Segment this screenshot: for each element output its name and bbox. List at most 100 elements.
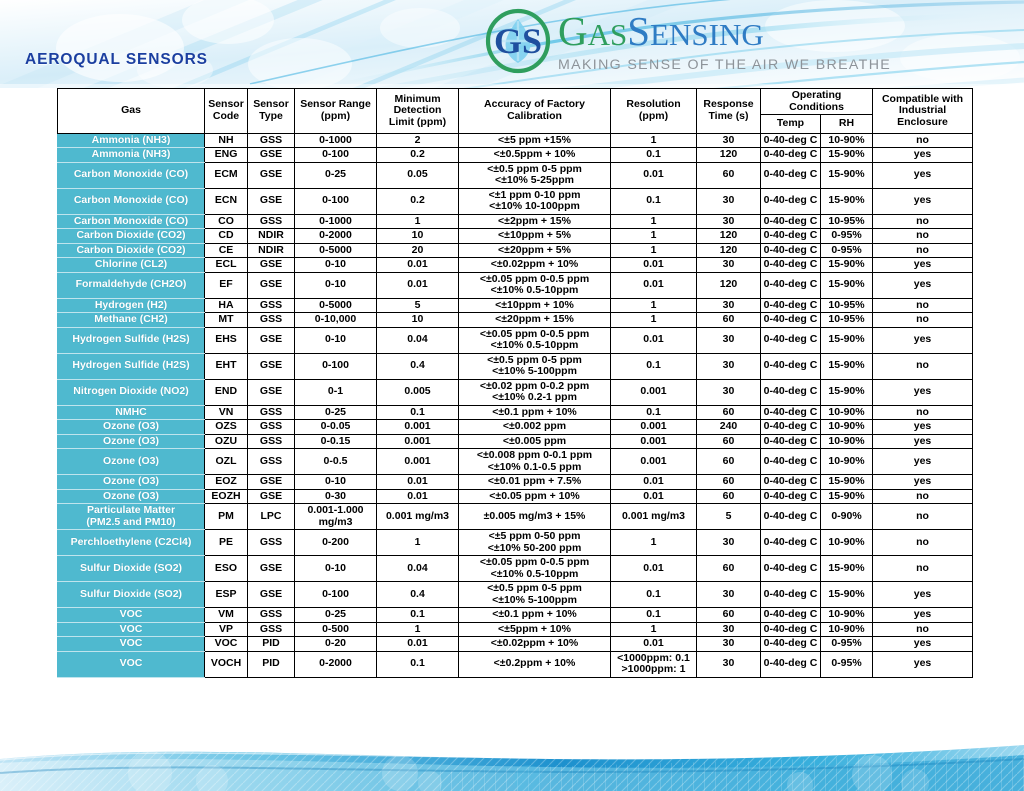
col-header-sensor-range: Sensor Range (ppm)	[294, 88, 377, 134]
cell-sensor-type: GSE	[247, 488, 295, 504]
cell-resolution: 0.01	[610, 326, 697, 354]
sensor-spec-table: Gas Sensor Code Sensor Type Sensor Range…	[57, 88, 974, 678]
cell-sensor-range: 0-100	[294, 187, 377, 215]
cell-resolution: 0.01	[610, 636, 697, 652]
sensor-range-line1: Sensor Range	[300, 98, 371, 111]
cell-accuracy: <±1 ppm 0-10 ppm <±10% 10-100ppm	[458, 187, 611, 215]
cell-operating-temp: 0-40-deg C	[760, 404, 821, 420]
cell-min-detection-limit: 5	[376, 297, 459, 313]
cell-gas: Ozone (O3)	[57, 433, 205, 449]
brand-logo: GS GASSENSING MAKING SENSE OF THE AIR WE…	[484, 5, 890, 77]
cell-sensor-code: EHS	[204, 326, 248, 354]
logo-word-g: G	[558, 8, 588, 54]
cell-min-detection-limit: 0.01	[376, 636, 459, 652]
cell-operating-rh: 10-90%	[819, 529, 874, 556]
cell-min-detection-limit: 0.001	[376, 433, 459, 449]
cell-gas: Carbon Monoxide (CO)	[57, 187, 205, 215]
cell-resolution: 1	[610, 213, 697, 229]
cell-resolution: 0.01	[610, 555, 697, 582]
cell-sensor-range: 0-25	[294, 607, 377, 623]
cell-accuracy: <±0.01 ppm + 7.5%	[458, 474, 611, 490]
cell-industrial-enclosure-compatible: yes	[872, 607, 974, 623]
cell-accuracy: ±0.005 mg/m3 + 15%	[458, 503, 611, 530]
cell-response-time: 120	[696, 242, 761, 258]
cell-industrial-enclosure-compatible: no	[872, 242, 974, 258]
cell-response-time: 60	[696, 312, 761, 328]
resolution-line1: Resolution	[626, 98, 681, 111]
cell-response-time: 30	[696, 132, 761, 148]
cell-sensor-type: LPC	[247, 503, 295, 530]
cell-gas: Methane (CH2)	[57, 312, 205, 328]
cell-response-time: 30	[696, 650, 761, 678]
cell-response-time: 120	[696, 271, 761, 299]
min-det-line2: Detection	[393, 104, 442, 116]
cell-resolution: 0.1	[610, 147, 697, 163]
compat-line1: Compatible with	[881, 92, 964, 105]
cell-min-detection-limit: 0.04	[376, 326, 459, 354]
cell-response-time: 60	[696, 161, 761, 189]
table-body: Ammonia (NH3) NH GSS 0-1000 2 <±5 ppm +15% 1 30…	[57, 132, 974, 678]
cell-sensor-code: ECN	[204, 187, 248, 215]
table-row: Chlorine (CL2) ECL GSE 0-10 0.01 <±0.02ppm + …	[57, 257, 974, 273]
cell-sensor-range: 0-20	[294, 636, 377, 652]
table-row: VOC VOCH PID 0-2000 0.1 <±0.2ppm + 10% <1000pp…	[57, 650, 974, 678]
cell-sensor-type: GSS	[247, 607, 295, 623]
cell-gas: VOC	[57, 650, 205, 678]
cell-sensor-code: VP	[204, 621, 248, 637]
cell-sensor-code: CO	[204, 213, 248, 229]
table-row: Carbon Monoxide (CO) ECN GSE 0-100 0.2 <±1 pp…	[57, 187, 974, 215]
cell-sensor-range: 0-200	[294, 529, 377, 556]
table-header: Gas Sensor Code Sensor Type Sensor Range…	[57, 88, 974, 134]
sensor-code-line2: Code	[212, 109, 240, 122]
cell-min-detection-limit: 10	[376, 228, 459, 244]
cell-min-detection-limit: 0.4	[376, 352, 459, 380]
cell-min-detection-limit: 0.005	[376, 378, 459, 406]
cell-gas: Carbon Monoxide (CO)	[57, 213, 205, 229]
cell-gas: Ozone (O3)	[57, 474, 205, 490]
col-header-sensor-type: Sensor Type	[247, 88, 295, 134]
cell-sensor-range: 0-10	[294, 326, 377, 354]
cell-sensor-type: NDIR	[247, 242, 295, 258]
cell-sensor-code: VM	[204, 607, 248, 623]
cell-response-time: 120	[696, 228, 761, 244]
cell-accuracy: <±0.008 ppm 0-0.1 ppm <±10% 0.1-0.5 ppm	[458, 448, 611, 475]
cell-response-time: 30	[696, 257, 761, 273]
cell-industrial-enclosure-compatible: no	[872, 555, 974, 582]
cell-accuracy: <±0.02ppm + 10%	[458, 636, 611, 652]
cell-industrial-enclosure-compatible: yes	[872, 433, 974, 449]
cell-operating-temp: 0-40-deg C	[760, 297, 821, 313]
cell-sensor-type: GSE	[247, 555, 295, 582]
cell-gas: Hydrogen Sulfide (H2S)	[57, 352, 205, 380]
cell-accuracy: <±0.5 ppm 0-5 ppm <±10% 5-25ppm	[458, 161, 611, 189]
cell-resolution: <1000ppm: 0.1 >1000ppm: 1	[610, 650, 697, 678]
cell-operating-temp: 0-40-deg C	[760, 474, 821, 490]
cell-gas: Sulfur Dioxide (SO2)	[57, 581, 205, 608]
sensor-type-line1: Sensor	[253, 98, 289, 111]
cell-sensor-range: 0-100	[294, 352, 377, 380]
cell-sensor-type: GSE	[247, 352, 295, 380]
table-row: Perchloethylene (C2Cl4) PE GSS 0-200 1 <±5 pp…	[57, 529, 974, 556]
cell-sensor-type: GSS	[247, 132, 295, 148]
cell-operating-rh: 15-90%	[819, 488, 874, 504]
sensor-code-line1: Sensor	[208, 98, 244, 111]
cell-industrial-enclosure-compatible: yes	[872, 474, 974, 490]
cell-sensor-type: GSE	[247, 326, 295, 354]
cell-operating-rh: 0-95%	[819, 228, 874, 244]
cell-resolution: 0.1	[610, 607, 697, 623]
col-header-compatible-enclosure: Compatible with Industrial Enclosure	[872, 88, 974, 134]
cell-response-time: 30	[696, 297, 761, 313]
cell-sensor-code: VOCH	[204, 650, 248, 678]
cell-min-detection-limit: 0.001 mg/m3	[376, 503, 459, 530]
cell-accuracy: <±0.05 ppm 0-0.5 ppm <±10% 0.5-10ppm	[458, 555, 611, 582]
cell-accuracy: <±0.05 ppm 0-0.5 ppm <±10% 0.5-10ppm	[458, 326, 611, 354]
cell-operating-temp: 0-40-deg C	[760, 257, 821, 273]
cell-industrial-enclosure-compatible: no	[872, 621, 974, 637]
table-row: Carbon Monoxide (CO) ECM GSE 0-25 0.05 <±0.5 …	[57, 161, 974, 189]
table-row: Carbon Dioxide (CO2) CE NDIR 0-5000 20 <±20pp…	[57, 242, 974, 258]
cell-gas: Hydrogen (H2)	[57, 297, 205, 313]
table-row: VOC VM GSS 0-25 0.1 <±0.1 ppm + 10% 0.1 60 0-40-…	[57, 607, 974, 623]
sensor-type-line2: Type	[259, 109, 283, 122]
cell-operating-rh: 10-90%	[819, 621, 874, 637]
cell-response-time: 60	[696, 488, 761, 504]
cell-sensor-range: 0-25	[294, 161, 377, 189]
